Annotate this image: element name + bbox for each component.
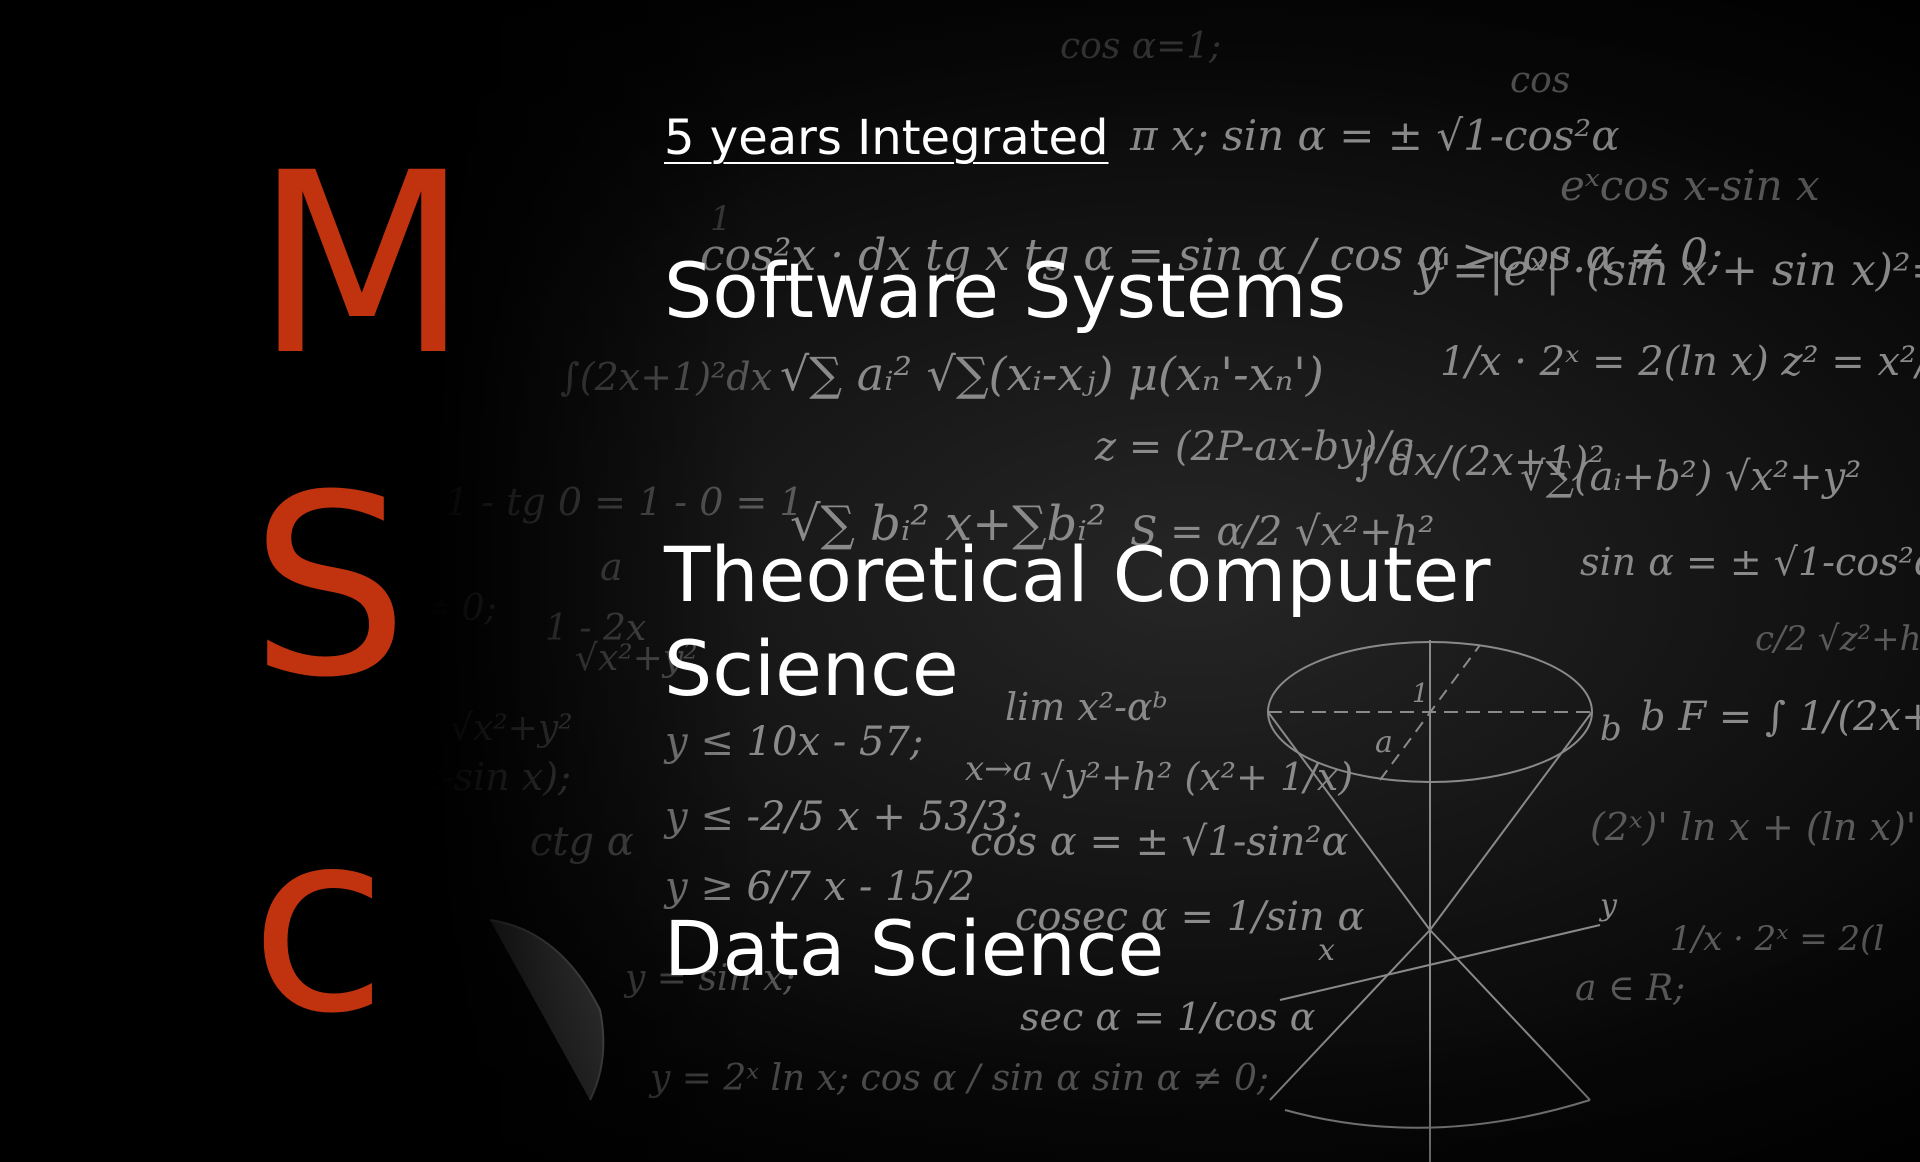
slide: cos α=1; cos π x; sin α = ± √1-cos²α eˣc… xyxy=(0,0,1920,1162)
svg-text:x-sin x);: x-sin x); xyxy=(420,755,571,799)
acronym-letter-s: S xyxy=(250,441,409,732)
svg-text:x→a: x→a xyxy=(965,749,1033,789)
svg-text:y ≤ -2/5 x + 53/3;: y ≤ -2/5 x + 53/3; xyxy=(663,794,1022,840)
svg-text:y: y xyxy=(1598,888,1618,923)
svg-text:√∑(aᵢ+b²) √x²+y²: √∑(aᵢ+b²) √x²+y² xyxy=(1520,454,1861,500)
subtitle-integrated: 5 years Integrated xyxy=(664,110,1109,166)
svg-text:b: b xyxy=(1600,709,1622,749)
svg-text:1/x · 2ˣ = 2(ln x) z² = x²/a: 1/x · 2ˣ = 2(ln x) z² = x²/a² + y²/b² xyxy=(1440,339,1920,385)
svg-text:y ≤ 10x - 57;: y ≤ 10x - 57; xyxy=(663,719,923,765)
program-theoretical-computer-science: Theoretical Computer Science xyxy=(664,530,1491,713)
svg-text:sec α = 1/cos α: sec α = 1/cos α xyxy=(1020,995,1315,1039)
svg-text:1/x · 2ˣ = 2(l: 1/x · 2ˣ = 2(l xyxy=(1670,919,1884,959)
svg-text:√∑ aᵢ² √∑(xᵢ-xⱼ) μ(xₙ'-xₙ': √∑ aᵢ² √∑(xᵢ-xⱼ) μ(xₙ'-xₙ') xyxy=(780,347,1324,401)
svg-text:π x; sin α = ± √1-cos²α: π x; sin α = ± √1-cos²α xyxy=(1129,111,1620,160)
svg-text:eˣcos x-sin x: eˣcos x-sin x xyxy=(1560,161,1820,210)
svg-text:√y²+h² (x²+ 1/x): √y²+h² (x²+ 1/x) xyxy=(1040,755,1353,799)
program-data-science: Data Science xyxy=(664,904,1165,993)
svg-text:a: a xyxy=(1375,725,1393,760)
acronym-letter-m: M xyxy=(254,119,470,410)
program-software-systems: Software Systems xyxy=(664,246,1347,335)
svg-text:c/2 √z²+h³: c/2 √z²+h³ xyxy=(1755,619,1920,659)
svg-text:ctg α: ctg α xyxy=(530,819,634,865)
svg-text:∫(2x+1)²dx: ∫(2x+1)²dx xyxy=(560,355,772,399)
svg-text:√x²+y²: √x²+y² xyxy=(450,708,573,749)
svg-text:sin α = ± √1-cos²α: sin α = ± √1-cos²α xyxy=(1580,540,1920,584)
svg-text:cos: cos xyxy=(1510,60,1570,101)
svg-text:1 - tg 0 = 1 - 0 = 1: 1 - tg 0 = 1 - 0 = 1 xyxy=(445,480,804,524)
svg-text:cos α=1;: cos α=1; xyxy=(1060,26,1221,67)
svg-text:a: a xyxy=(600,545,623,589)
svg-text:≠ 0;: ≠ 0; xyxy=(420,588,497,629)
svg-text:y'=|eˣ|'·(sin x + sin x)²=eˣ: y'=|eˣ|'·(sin x + sin x)²=eˣ xyxy=(1413,245,1920,296)
svg-text:(2ˣ)' ln x + (ln x)' = 2ˣ+: (2ˣ)' ln x + (ln x)' = 2ˣ+ xyxy=(1590,805,1920,849)
svg-text:cos α = ± √1-sin²α: cos α = ± √1-sin²α xyxy=(970,819,1349,865)
svg-text:b F = ∫ 1/(2x+1)²dx: b F = ∫ 1/(2x+1)²dx xyxy=(1640,694,1920,740)
acronym-letter-c: c xyxy=(250,777,388,1068)
svg-text:y = 2ˣ ln x; cos α / sin α: y = 2ˣ ln x; cos α / sin α sin α ≠ 0; xyxy=(648,1058,1269,1099)
svg-text:a ∈ R;: a ∈ R; xyxy=(1575,968,1685,1009)
svg-text:x: x xyxy=(1318,933,1335,968)
